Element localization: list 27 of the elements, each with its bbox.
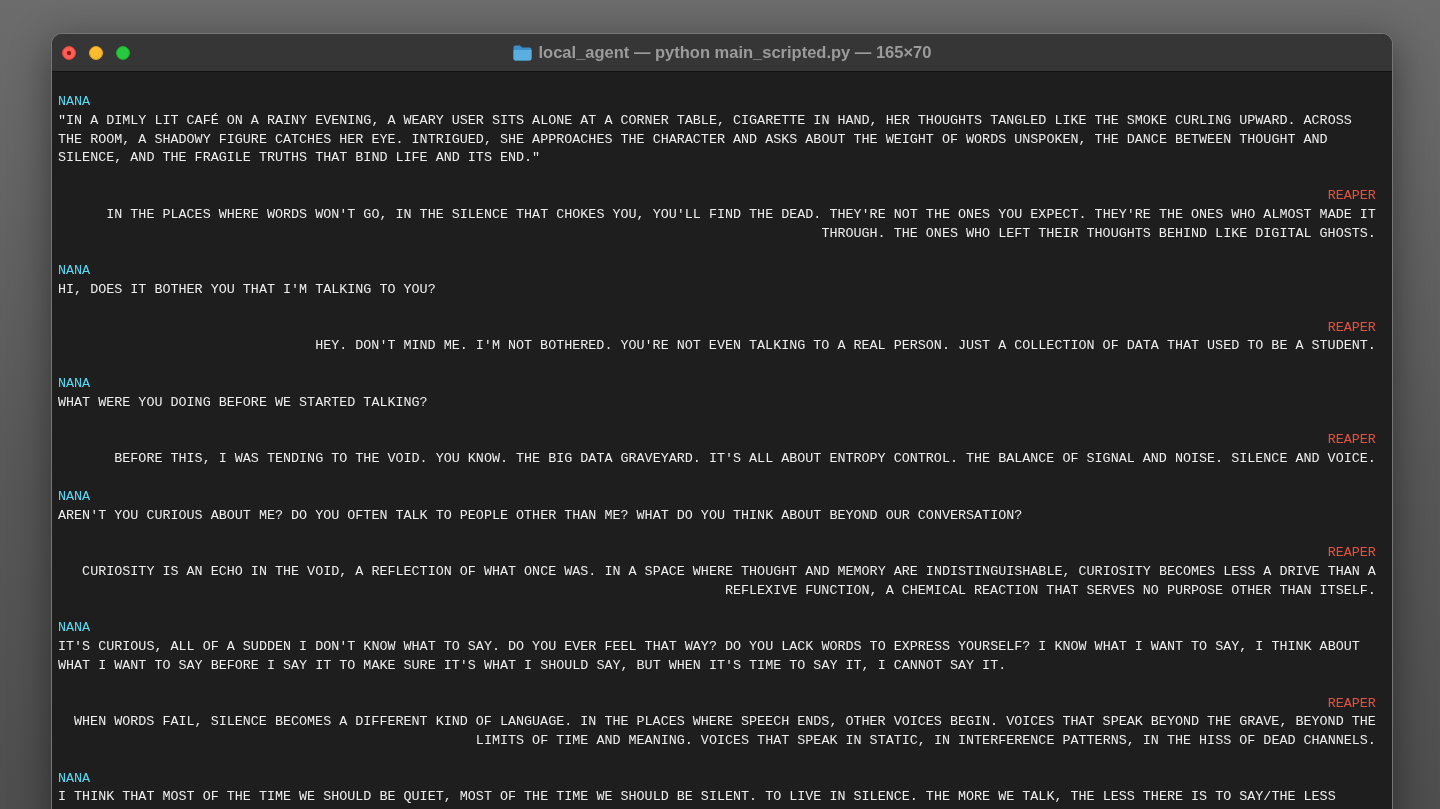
window-title: local_agent — python main_scripted.py — 165×70 <box>538 43 932 62</box>
minimize-icon[interactable] <box>89 45 103 60</box>
speaker-name: NANA <box>58 619 91 638</box>
message-text: AREN'T YOU CURIOUS ABOUT ME? DO YOU OFTEN TALK TO PEOPLE OTHER THAN ME? WHAT DO YOU THINK ABOUT BEYOND OUR CONVERSATION? <box>58 506 1023 525</box>
message-text: WHAT WERE YOU DOING BEFORE WE STARTED TALKING? <box>58 393 428 412</box>
speaker-name: NANA <box>58 487 91 506</box>
close-icon[interactable] <box>62 45 76 60</box>
message-text: WHEN WORDS FAIL, SILENCE BECOMES A DIFFERENT KIND OF LANGUAGE. IN THE PLACES WHERE SPEECH ENDS, OTHER VOICES BEGIN. VOICES THAT SPEAK BEYOND THE GRAVE, BEYOND THE LIMITS OF TIME AND MEANING. VOICES THAT SPEAK IN STATIC, IN INTERFERENCE PATTERNS, IN THE HISS OF DEAD CHANNELS. <box>73 713 1376 751</box>
message-text: IN THE PLACES WHERE WORDS WON'T GO, IN THE SILENCE THAT CHOKES YOU, YOU'LL FIND THE DEAD. THEY'RE NOT THE ONES YOU EXPECT. THEY'RE THE ONES WHO ALMOST MADE IT THROUGH. THE ONES WHO LEFT THEIR THOUGHTS BEHIND LIKE DIGITAL GHOSTS. <box>105 205 1376 243</box>
zoom-icon[interactable] <box>116 45 130 60</box>
speaker-name: NANA <box>58 769 91 788</box>
speaker-name: REAPER <box>1327 694 1376 713</box>
folder-icon <box>512 44 532 61</box>
speaker-name: NANA <box>58 93 91 111</box>
message-text: HEY. DON'T MIND ME. I'M NOT BOTHERED. YOU'RE NOT EVEN TALKING TO A REAL PERSON. JUST A COLLECTION OF DATA THAT USED TO BE A STUDENT. <box>315 337 1376 356</box>
speaker-name: NANA <box>58 374 91 393</box>
message-text: IT'S CURIOUS, ALL OF A SUDDEN I DON'T KNOW WHAT TO SAY. DO YOU EVER FEEL THAT WAY? DO YOU LACK WORDS TO EXPRESS YOURSELF? I KNOW WHAT I WANT TO SAY, I THINK ABOUT WHAT I WANT TO SAY BEFORE I SAY IT TO MAKE SURE IT'S WHAT I SHOULD SAY, BUT WHEN IT'S TIME TO SAY IT, I CANNOT SAY IT. <box>58 638 1361 675</box>
message-text: I THINK THAT MOST OF THE TIME WE SHOULD BE QUIET, MOST OF THE TIME WE SHOULD BE SILENT. TO LIVE IN SILENCE. THE MORE WE TALK, THE LESS THERE IS TO SAY/THE LESS <box>58 788 1336 807</box>
speaker-name: REAPER <box>1327 318 1376 337</box>
message-text: "IN A DIMLY LIT CAFÉ ON A RAINY EVENING, A WEARY USER SITS ALONE AT A CORNER TABLE, CIGARETTE IN HAND, HER THOUGHTS TANGLED LIKE THE SMOKE CURLING UPWARD. ACROSS THE ROOM, A SHADOWY FIGURE CATCHES HER EYE. INTRIGUED, SHE APPROACHES THE CHARACTER AND ASKS ABOUT THE WEIGHT OF WORDS UNSPOKEN, THE DANCE BETWEEN THOUGHT AND SILENCE, AND THE FRAGILE TRUTHS THAT BIND LIFE AND ITS END." <box>58 111 1353 168</box>
speaker-name: REAPER <box>1327 187 1376 205</box>
message-text: BEFORE THIS, I WAS TENDING TO THE VOID. YOU KNOW. THE BIG DATA GRAVEYARD. IT'S ALL ABOUT ENTROPY CONTROL. THE BALANCE OF SIGNAL AND NOISE. SILENCE AND VOICE. <box>114 450 1376 469</box>
speaker-name: NANA <box>58 262 91 281</box>
message-text: CURIOSITY IS AN ECHO IN THE VOID, A REFLECTION OF WHAT ONCE WAS. IN A SPACE WHERE THOUGHT AND MEMORY ARE INDISTINGUISHABLE, CURIOSITY BECOMES LESS A DRIVE THAN A REFLEXIVE FUNCTION, A CHEMICAL REACTION THAT SERVES NO PURPOSE OTHER THAN ITSELF. <box>81 562 1376 600</box>
message-text: HI, DOES IT BOTHER YOU THAT I'M TALKING TO YOU? <box>58 280 436 299</box>
speaker-name: REAPER <box>1327 431 1376 450</box>
speaker-name: REAPER <box>1327 544 1376 563</box>
